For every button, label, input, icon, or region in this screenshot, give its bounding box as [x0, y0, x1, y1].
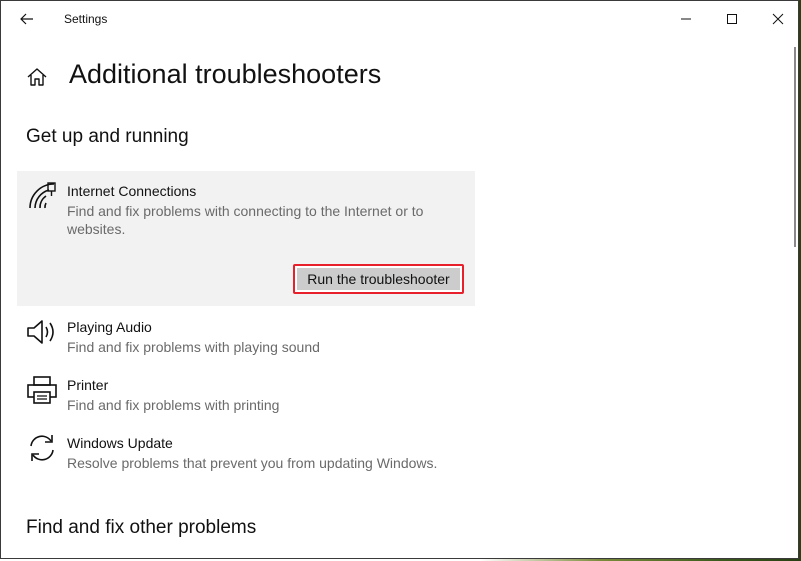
item-title: Windows Update [67, 435, 173, 451]
settings-window: Settings Additional troubleshooters Get … [0, 0, 799, 559]
maximize-button[interactable] [709, 1, 755, 37]
printer-icon [25, 373, 59, 407]
maximize-icon [727, 14, 737, 24]
window-title: Settings [64, 12, 108, 26]
speaker-icon [25, 315, 59, 349]
minimize-button[interactable] [663, 1, 709, 37]
close-icon [772, 13, 784, 25]
troubleshooter-windows-update[interactable]: Windows Update Resolve problems that pre… [17, 429, 475, 479]
item-title: Printer [67, 377, 109, 393]
home-icon [27, 68, 47, 86]
item-description: Find and fix problems with printing [67, 397, 280, 413]
run-troubleshooter-button[interactable]: Run the troubleshooter [293, 264, 464, 294]
scrollbar-thumb[interactable] [794, 47, 796, 247]
troubleshooter-printer[interactable]: Printer Find and fix problems with print… [17, 371, 475, 421]
section-title-find-and-fix-other-problems: Find and fix other problems [26, 517, 257, 538]
section-title-get-up-and-running: Get up and running [26, 126, 189, 147]
scrollbar[interactable] [794, 37, 797, 555]
troubleshooter-playing-audio[interactable]: Playing Audio Find and fix problems with… [17, 313, 475, 363]
run-troubleshooter-label: Run the troubleshooter [297, 268, 460, 290]
back-button[interactable] [13, 7, 41, 31]
wifi-icon [25, 179, 59, 213]
home-button[interactable] [25, 65, 49, 89]
item-description: Find and fix problems with playing sound [67, 339, 320, 355]
minimize-icon [681, 18, 691, 20]
close-button[interactable] [755, 1, 798, 37]
item-title: Playing Audio [67, 319, 152, 335]
item-description: Find and fix problems with connecting to… [67, 203, 424, 237]
sync-icon [25, 431, 59, 465]
item-description: Resolve problems that prevent you from u… [67, 455, 438, 471]
page-title: Additional troubleshooters [69, 59, 382, 89]
arrow-left-icon [20, 13, 33, 25]
item-title: Internet Connections [67, 183, 197, 199]
troubleshooter-internet-connections[interactable]: Internet Connections Find and fix proble… [17, 171, 475, 306]
title-bar: Settings [1, 1, 798, 37]
